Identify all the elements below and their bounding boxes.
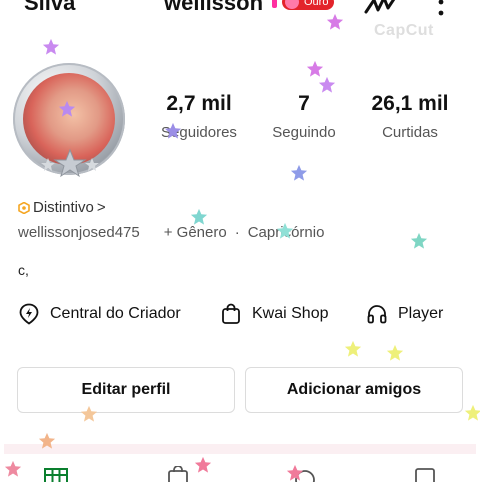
stat-following[interactable]: 7 Seguindo [262, 92, 346, 141]
star-sticker-icon [410, 232, 428, 249]
profile-display-name: wellisson [164, 0, 264, 15]
star-sticker-icon [290, 164, 308, 181]
tab-divider [4, 444, 476, 454]
distintivo-label: Distintivo [33, 199, 94, 216]
level-badge[interactable]: Ouro [282, 0, 334, 10]
creator-center-label: Central do Criador [50, 305, 181, 322]
creator-center-link[interactable]: Central do Criador [18, 303, 181, 325]
lightning-pin-icon [19, 303, 39, 325]
followers-count: 2,7 mil [166, 92, 232, 115]
player-label: Player [398, 305, 444, 322]
likes-label: Curtidas [382, 124, 438, 141]
player-link[interactable]: Player [366, 303, 443, 325]
star-sticker-icon [286, 464, 304, 481]
saved-tab-icon[interactable] [413, 468, 437, 482]
following-label: Seguindo [272, 124, 336, 141]
distintivo-link[interactable]: Distintivo > [18, 199, 106, 216]
edit-profile-button[interactable]: Editar perfil [17, 367, 235, 413]
kwai-shop-label: Kwai Shop [252, 305, 329, 322]
star-sticker-icon [276, 222, 294, 239]
star-sticker-icon [326, 13, 344, 30]
bio-text: c, [18, 262, 29, 278]
star-sticker-icon [4, 460, 22, 477]
capcut-watermark: CapCut [374, 22, 434, 39]
star-sticker-icon [58, 100, 76, 117]
shop-tab-icon[interactable] [166, 466, 190, 482]
star-sticker-icon [464, 404, 480, 421]
add-friends-button[interactable]: Adicionar amigos [245, 367, 463, 413]
grid-tab-icon[interactable] [44, 468, 68, 482]
shopping-bag-icon [222, 303, 240, 324]
star-sticker-icon [38, 432, 56, 449]
separator-dot: · [234, 224, 240, 241]
star-sticker-icon [42, 38, 60, 55]
following-count: 7 [298, 92, 310, 115]
star-sticker-icon [80, 405, 98, 422]
profile-tab-bar [0, 454, 480, 482]
kwai-shop-link[interactable]: Kwai Shop [220, 303, 329, 325]
username: wellissonjosed475 [18, 224, 140, 241]
star-sticker-icon [318, 76, 336, 93]
chevron-right-icon: > [96, 199, 106, 216]
signature-icon [364, 0, 396, 14]
star-sticker-icon [164, 122, 182, 139]
star-sticker-icon [190, 208, 208, 225]
headphones-icon [367, 305, 387, 324]
name-decoration [272, 0, 277, 8]
likes-count: 26,1 mil [371, 92, 449, 115]
star-sticker-icon [386, 344, 404, 361]
star-sticker-icon [194, 456, 212, 473]
gender-field[interactable]: + Gênero [164, 224, 227, 241]
hexagon-badge-icon [18, 201, 30, 214]
more-options-icon[interactable] [438, 0, 444, 22]
profile-short-name: Silva [24, 0, 76, 15]
star-sticker-icon [344, 340, 362, 357]
avatar-frame-stars-icon [41, 148, 99, 178]
stat-likes[interactable]: 26,1 mil Curtidas [360, 92, 460, 141]
